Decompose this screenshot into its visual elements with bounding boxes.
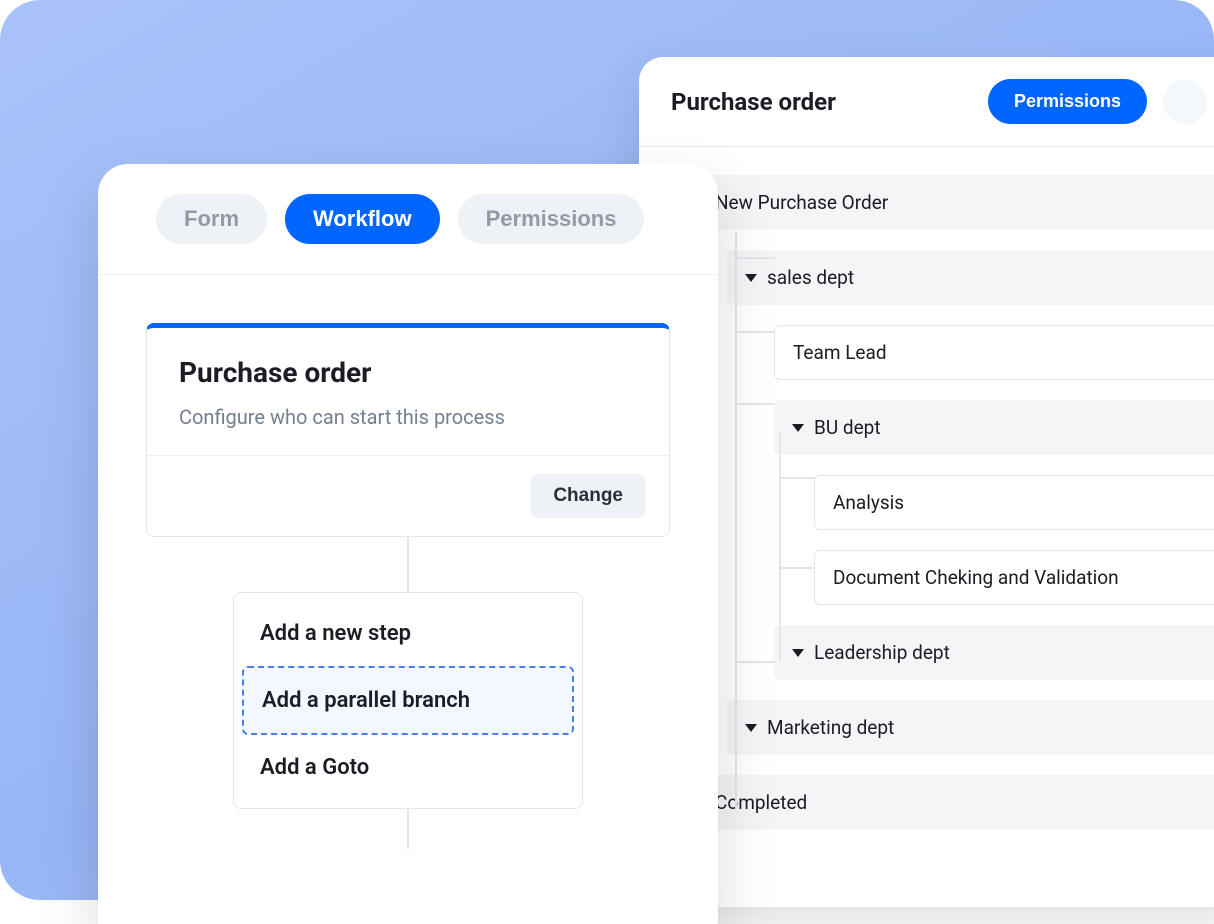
- permissions-tree: New Purchase Order sales dept Team Lead …: [639, 147, 1214, 878]
- change-button[interactable]: Change: [531, 474, 645, 518]
- start-card-title: Purchase order: [179, 356, 637, 389]
- menu-add-goto[interactable]: Add a Goto: [242, 735, 574, 800]
- tree-leaf-team-lead[interactable]: Team Lead: [774, 325, 1214, 380]
- tab-workflow[interactable]: Workflow: [285, 194, 440, 244]
- permissions-header: Purchase order Permissions: [639, 57, 1214, 147]
- tree-node-leadership-dept[interactable]: Leadership dept: [774, 625, 1214, 680]
- tree-root[interactable]: New Purchase Order: [639, 175, 1214, 230]
- tree-leaf-label: Analysis: [833, 491, 904, 514]
- tree-connector: [735, 661, 775, 663]
- tree-leaf-analysis[interactable]: Analysis: [814, 475, 1214, 530]
- tree-completed[interactable]: Completed: [639, 775, 1214, 830]
- tree-node-sales-dept[interactable]: sales dept: [727, 250, 1214, 305]
- add-step-menu: Add a new step Add a parallel branch Add…: [233, 592, 583, 809]
- tree-connector: [735, 331, 775, 333]
- permissions-header-actions: Permissions: [988, 79, 1207, 124]
- tree-node-label: Marketing dept: [767, 716, 894, 739]
- tab-permissions[interactable]: Permissions: [458, 194, 645, 244]
- tree-node-label: BU dept: [814, 416, 881, 439]
- menu-add-new-step[interactable]: Add a new step: [242, 601, 574, 666]
- start-card-subtitle: Configure who can start this process: [179, 405, 637, 429]
- tree-connector: [735, 257, 775, 259]
- workflow-body: Purchase order Configure who can start t…: [98, 275, 718, 849]
- workflow-tabs: Form Workflow Permissions: [98, 164, 718, 275]
- tab-form[interactable]: Form: [156, 194, 267, 244]
- start-card[interactable]: Purchase order Configure who can start t…: [146, 323, 670, 537]
- permissions-window: Purchase order Permissions New Purchase …: [639, 57, 1214, 907]
- tree-node-label: sales dept: [767, 266, 854, 289]
- workflow-window: Form Workflow Permissions Purchase order…: [98, 164, 718, 924]
- tree-leaf-doc-check[interactable]: Document Cheking and Validation: [814, 550, 1214, 605]
- tree-connector: [735, 403, 775, 405]
- header-circle-button[interactable]: [1163, 80, 1207, 124]
- tree-connector: [735, 232, 751, 808]
- chevron-down-icon: [792, 424, 804, 432]
- tree-leaf-label: Document Cheking and Validation: [833, 566, 1119, 589]
- tree-connector: [779, 432, 795, 662]
- tree-node-bu-dept[interactable]: BU dept: [774, 400, 1214, 455]
- menu-add-parallel-branch[interactable]: Add a parallel branch: [242, 666, 574, 735]
- start-card-top: Purchase order Configure who can start t…: [147, 328, 669, 456]
- tree-root-label: New Purchase Order: [715, 191, 888, 214]
- permissions-button[interactable]: Permissions: [988, 79, 1147, 124]
- connector-line: [407, 537, 409, 592]
- start-card-footer: Change: [147, 456, 669, 536]
- tree-connector: [779, 567, 815, 569]
- tree-node-label: Leadership dept: [814, 641, 950, 664]
- connector-line: [407, 809, 409, 849]
- tree-node-marketing-dept[interactable]: Marketing dept: [727, 700, 1214, 755]
- tree-completed-label: Completed: [715, 791, 807, 814]
- tree-connector: [779, 477, 815, 479]
- permissions-title: Purchase order: [671, 88, 836, 116]
- tree-leaf-label: Team Lead: [793, 341, 887, 364]
